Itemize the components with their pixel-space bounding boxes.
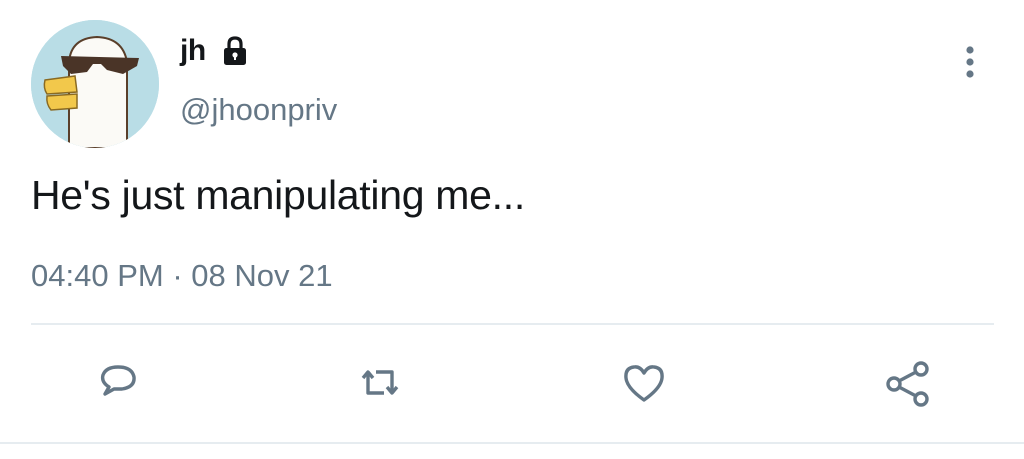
duck-avatar-image	[31, 20, 159, 148]
tweet-date: 08 Nov 21	[191, 258, 333, 293]
meta-separator: ·	[172, 258, 183, 293]
tweet-text: He's just manipulating me...	[31, 172, 525, 218]
retweet-icon	[361, 370, 399, 395]
tweet-time: 04:40 PM	[31, 258, 164, 293]
share-button[interactable]	[882, 358, 934, 410]
user-handle[interactable]: @jhoonpriv	[180, 92, 337, 128]
divider	[31, 323, 994, 325]
heart-icon	[624, 365, 664, 402]
display-name[interactable]: jh	[180, 34, 206, 68]
reply-icon	[100, 365, 136, 396]
retweet-button[interactable]	[354, 358, 406, 410]
share-icon	[886, 361, 929, 407]
reply-button[interactable]	[92, 358, 144, 410]
tweet-timestamp: 04:40 PM · 08 Nov 21	[31, 258, 333, 294]
avatar[interactable]	[31, 20, 159, 148]
like-button[interactable]	[618, 358, 670, 410]
tweet-card: jh @jhoonpriv He's just manipulating me.…	[0, 0, 1024, 459]
bottom-divider	[0, 442, 1024, 444]
lock-icon	[224, 36, 246, 65]
more-vertical-icon[interactable]	[956, 44, 984, 80]
